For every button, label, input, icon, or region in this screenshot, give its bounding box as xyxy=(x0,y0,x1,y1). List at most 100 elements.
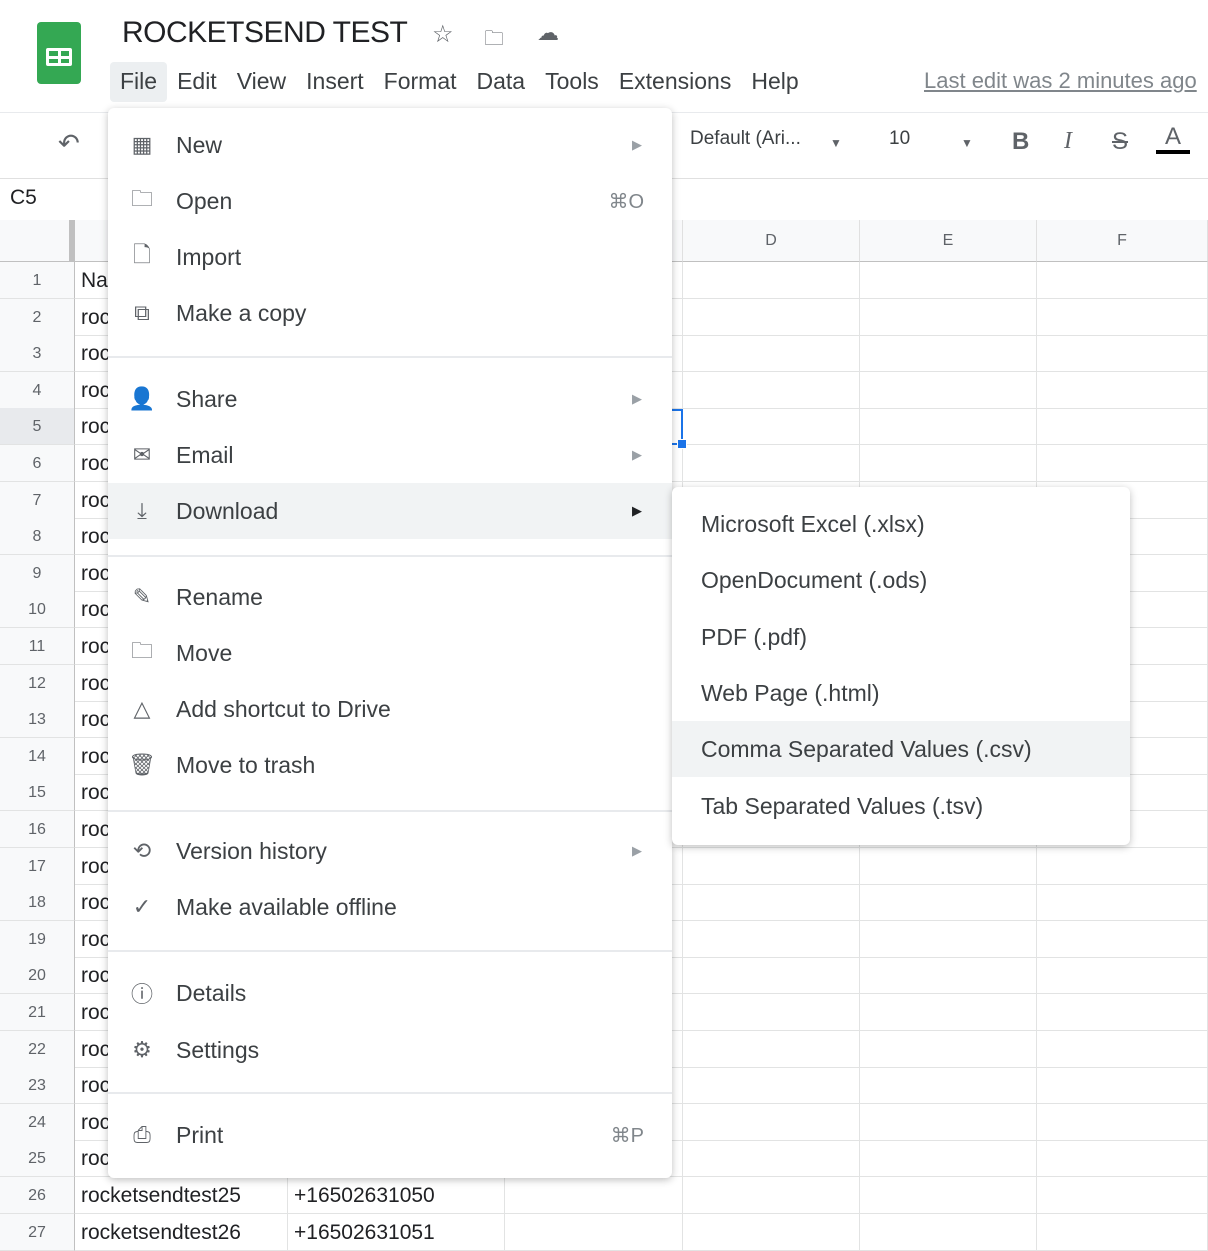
strikethrough-button[interactable]: S xyxy=(1112,128,1128,156)
row-header[interactable]: 22 xyxy=(0,1031,75,1068)
table-cell[interactable]: +16502631050 xyxy=(288,1177,505,1214)
table-cell[interactable] xyxy=(683,957,860,994)
select-all-corner[interactable] xyxy=(0,220,75,262)
menu-item-move[interactable]: 🗀Move xyxy=(108,625,672,681)
table-cell[interactable] xyxy=(505,1177,683,1214)
table-cell[interactable] xyxy=(860,262,1037,299)
table-cell[interactable] xyxy=(860,848,1037,885)
table-cell[interactable] xyxy=(860,335,1037,372)
document-title[interactable]: ROCKETSEND TEST xyxy=(122,16,407,50)
row-header[interactable]: 8 xyxy=(0,518,75,555)
table-cell[interactable] xyxy=(1037,957,1208,994)
table-cell[interactable] xyxy=(860,994,1037,1031)
download-option[interactable]: OpenDocument (.ods) xyxy=(672,552,1130,608)
font-size-dropdown-icon[interactable]: ▼ xyxy=(961,136,973,150)
row-header[interactable]: 20 xyxy=(0,957,75,994)
row-header[interactable]: 12 xyxy=(0,665,75,702)
sheets-logo[interactable] xyxy=(37,22,81,84)
row-header[interactable]: 17 xyxy=(0,848,75,885)
menu-data[interactable]: Data xyxy=(467,62,536,102)
row-header[interactable]: 10 xyxy=(0,591,75,628)
table-cell[interactable] xyxy=(860,1067,1037,1104)
table-cell[interactable] xyxy=(1037,335,1208,372)
table-cell[interactable] xyxy=(1037,262,1208,299)
table-cell[interactable] xyxy=(1037,1214,1208,1251)
font-dropdown-icon[interactable]: ▼ xyxy=(830,136,842,150)
menu-item-rename[interactable]: ✎Rename xyxy=(108,569,672,625)
table-cell[interactable] xyxy=(1037,1067,1208,1104)
row-header[interactable]: 14 xyxy=(0,738,75,775)
menu-item-make-a-copy[interactable]: ⧉Make a copy xyxy=(108,285,672,341)
table-cell[interactable] xyxy=(1037,372,1208,409)
table-cell[interactable] xyxy=(860,884,1037,921)
menu-tools[interactable]: Tools xyxy=(535,62,609,102)
menu-item-share[interactable]: 👤Share▶ xyxy=(108,371,672,427)
table-cell[interactable] xyxy=(683,994,860,1031)
table-cell[interactable] xyxy=(1037,1031,1208,1068)
bold-button[interactable]: B xyxy=(1012,128,1029,156)
font-select[interactable]: Default (Ari... xyxy=(690,128,801,150)
table-cell[interactable] xyxy=(1037,408,1208,445)
table-cell[interactable] xyxy=(860,445,1037,482)
table-cell[interactable] xyxy=(860,372,1037,409)
table-cell[interactable] xyxy=(683,1177,860,1214)
menu-item-new[interactable]: ▦New▶ xyxy=(108,117,672,173)
table-cell[interactable] xyxy=(683,335,860,372)
table-cell[interactable] xyxy=(683,372,860,409)
table-cell[interactable]: rocketsendtest25 xyxy=(75,1177,288,1214)
table-cell[interactable] xyxy=(683,1067,860,1104)
menu-item-version-history[interactable]: ⟲Version history▶ xyxy=(108,823,672,879)
row-header[interactable]: 3 xyxy=(0,335,75,372)
row-header[interactable]: 19 xyxy=(0,921,75,958)
menu-item-open[interactable]: 🗀Open⌘O xyxy=(108,173,672,229)
download-option[interactable]: PDF (.pdf) xyxy=(672,609,1130,665)
table-cell[interactable] xyxy=(1037,921,1208,958)
table-cell[interactable] xyxy=(683,921,860,958)
menu-item-download[interactable]: ⤓Download▶ xyxy=(108,483,672,539)
column-header[interactable]: D xyxy=(683,220,860,262)
last-edit-link[interactable]: Last edit was 2 minutes ago xyxy=(924,68,1197,94)
table-cell[interactable] xyxy=(683,408,860,445)
menu-item-details[interactable]: ⓘDetails xyxy=(108,965,672,1021)
row-header[interactable]: 25 xyxy=(0,1140,75,1177)
italic-button[interactable]: I xyxy=(1064,128,1072,155)
download-option[interactable]: Microsoft Excel (.xlsx) xyxy=(672,496,1130,552)
row-header[interactable]: 6 xyxy=(0,445,75,482)
table-cell[interactable] xyxy=(683,1140,860,1177)
table-cell[interactable] xyxy=(1037,994,1208,1031)
undo-icon[interactable]: ↶ xyxy=(58,128,80,159)
menu-help[interactable]: Help xyxy=(741,62,808,102)
download-option[interactable]: Comma Separated Values (.csv) xyxy=(672,721,1130,777)
row-header[interactable]: 24 xyxy=(0,1104,75,1141)
row-header[interactable]: 26 xyxy=(0,1177,75,1214)
table-cell[interactable] xyxy=(860,1031,1037,1068)
cloud-saved-icon[interactable]: ☁ xyxy=(537,20,559,46)
row-header[interactable]: 7 xyxy=(0,482,75,519)
text-color-button[interactable]: A xyxy=(1156,124,1190,154)
table-cell[interactable] xyxy=(683,1104,860,1141)
table-cell[interactable] xyxy=(683,848,860,885)
table-cell[interactable] xyxy=(1037,1140,1208,1177)
name-box[interactable]: C5 xyxy=(10,186,37,210)
table-cell[interactable] xyxy=(860,1140,1037,1177)
row-header[interactable]: 13 xyxy=(0,701,75,738)
table-cell[interactable] xyxy=(505,1214,683,1251)
menu-item-print[interactable]: ⎙Print⌘P xyxy=(108,1107,672,1163)
table-cell[interactable] xyxy=(860,408,1037,445)
menu-item-import[interactable]: 🗋Import xyxy=(108,229,672,285)
table-cell[interactable]: rocketsendtest26 xyxy=(75,1214,288,1251)
table-cell[interactable]: +16502631051 xyxy=(288,1214,505,1251)
table-cell[interactable] xyxy=(683,884,860,921)
row-header[interactable]: 2 xyxy=(0,299,75,336)
menu-item-email[interactable]: ✉Email▶ xyxy=(108,427,672,483)
row-header[interactable]: 5 xyxy=(0,408,75,445)
table-cell[interactable] xyxy=(860,299,1037,336)
download-option[interactable]: Tab Separated Values (.tsv) xyxy=(672,778,1130,834)
row-header[interactable]: 21 xyxy=(0,994,75,1031)
row-header[interactable]: 27 xyxy=(0,1214,75,1251)
row-header[interactable]: 18 xyxy=(0,884,75,921)
table-cell[interactable] xyxy=(683,1031,860,1068)
table-cell[interactable] xyxy=(860,1177,1037,1214)
table-cell[interactable] xyxy=(860,921,1037,958)
row-header[interactable]: 15 xyxy=(0,774,75,811)
